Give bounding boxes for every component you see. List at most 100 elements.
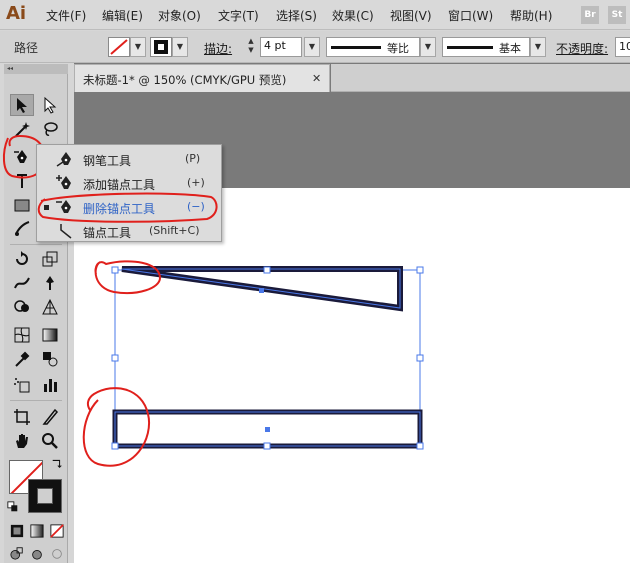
document-tab-title: 未标题-1* @ 150% (CMYK/GPU 预览) xyxy=(83,73,287,87)
gradient-swatch-icon xyxy=(30,524,44,538)
slice-icon xyxy=(42,408,59,425)
triangle-center-point xyxy=(259,288,264,293)
perspective-grid-icon xyxy=(42,298,58,315)
selection-tool[interactable] xyxy=(10,94,34,116)
rotate-tool[interactable] xyxy=(10,248,34,270)
profile-dropdown[interactable]: ▼ xyxy=(420,37,436,57)
direct-selection-icon xyxy=(44,96,57,114)
blend-tool[interactable] xyxy=(38,348,62,370)
gradient-icon xyxy=(42,328,58,342)
flyout-item-pen[interactable]: 钢笔工具 (P) xyxy=(37,147,221,171)
gradient-mode-button[interactable] xyxy=(28,522,46,540)
variable-width-profile[interactable]: 等比 xyxy=(326,37,420,57)
mesh-tool[interactable] xyxy=(10,324,34,346)
tab-bar-empty xyxy=(331,64,630,92)
color-icon xyxy=(10,524,24,538)
shape-builder-tool[interactable] xyxy=(10,296,34,318)
brush-label: 基本 xyxy=(499,42,521,55)
draw-inside-button[interactable] xyxy=(48,544,66,562)
menu-help[interactable]: 帮助(H) xyxy=(510,7,552,24)
fill-dropdown-arrow[interactable]: ▼ xyxy=(130,37,146,57)
stroke-swatch[interactable] xyxy=(28,479,62,513)
menu-file[interactable]: 文件(F) xyxy=(46,7,86,24)
rectangle-center-point xyxy=(265,427,270,432)
column-graph-icon xyxy=(44,379,57,392)
brush-definition[interactable]: 基本 xyxy=(442,37,530,57)
rectangle-tool[interactable] xyxy=(10,194,34,216)
stroke-stepper[interactable]: ▲ ▼ xyxy=(244,37,258,57)
bounding-box-handles[interactable] xyxy=(111,266,424,450)
close-icon[interactable]: ✕ xyxy=(312,72,321,85)
warp-icon xyxy=(14,277,30,289)
fill-color-swatch[interactable] xyxy=(108,37,130,57)
shape-builder-icon xyxy=(14,300,29,312)
menu-bar: Ai 文件(F) 编辑(E) 对象(O) 文字(T) 选择(S) 效果(C) 视… xyxy=(0,0,630,30)
menu-edit[interactable]: 编辑(E) xyxy=(102,7,143,24)
menu-select[interactable]: 选择(S) xyxy=(276,7,317,24)
puppet-warp-tool[interactable] xyxy=(38,272,62,294)
stock-button[interactable]: St xyxy=(608,6,626,24)
selection-bounding-box xyxy=(114,269,421,447)
scale-icon xyxy=(42,251,58,267)
paintbrush-tool[interactable] xyxy=(10,218,34,240)
slice-tool[interactable] xyxy=(38,406,62,428)
perspective-grid-tool[interactable] xyxy=(38,296,62,318)
artwork-canvas[interactable] xyxy=(74,188,630,563)
draw-behind-button[interactable] xyxy=(28,544,46,562)
zoom-icon xyxy=(42,433,58,449)
brush-dropdown[interactable]: ▼ xyxy=(530,37,546,57)
stroke-swatch-inner xyxy=(37,488,53,504)
hand-tool[interactable] xyxy=(10,430,34,452)
add-anchor-icon xyxy=(56,175,71,189)
menu-window[interactable]: 窗口(W) xyxy=(448,7,493,24)
none-icon xyxy=(50,524,64,538)
artboard-tool[interactable] xyxy=(10,406,34,428)
menu-effect[interactable]: 效果(C) xyxy=(332,7,374,24)
flyout-item-delete-anchor[interactable]: 删除锚点工具 (−) xyxy=(37,192,221,223)
direct-selection-tool[interactable] xyxy=(38,94,62,116)
scale-tool[interactable] xyxy=(38,248,62,270)
stroke-label[interactable]: 描边: xyxy=(204,40,232,57)
symbol-sprayer-tool[interactable] xyxy=(10,374,34,396)
zoom-tool[interactable] xyxy=(38,430,62,452)
tools-panel: ◂◂ xyxy=(2,64,68,563)
anchor-point-icon xyxy=(60,224,72,239)
none-mode-button[interactable] xyxy=(48,522,66,540)
column-graph-tool[interactable] xyxy=(38,374,62,396)
document-tab[interactable]: 未标题-1* @ 150% (CMYK/GPU 预览) ✕ xyxy=(74,64,330,92)
mesh-icon xyxy=(14,327,30,343)
stroke-weight-input[interactable]: 4 pt xyxy=(260,37,302,57)
opacity-input[interactable]: 10 xyxy=(615,37,630,57)
draw-normal-button[interactable] xyxy=(8,544,26,562)
eyedropper-tool[interactable] xyxy=(10,348,34,370)
brush-line-preview xyxy=(447,46,493,49)
flyout-item-shortcut: (+) xyxy=(187,176,205,189)
profile-line-preview xyxy=(331,46,381,49)
selection-arrow-icon xyxy=(17,98,27,113)
flyout-item-anchor-point[interactable]: 锚点工具 (Shift+C) xyxy=(37,219,221,243)
gradient-tool[interactable] xyxy=(38,324,62,346)
warp-tool[interactable] xyxy=(10,272,34,294)
menu-object[interactable]: 对象(O) xyxy=(158,7,201,24)
menu-view[interactable]: 视图(V) xyxy=(390,7,432,24)
selection-type-label: 路径 xyxy=(14,41,39,55)
default-fill-stroke-button[interactable] xyxy=(6,500,20,514)
paintbrush-icon xyxy=(15,221,30,236)
swap-icon xyxy=(52,459,62,469)
tools-panel-header[interactable]: ◂◂ xyxy=(4,64,68,74)
eyedropper-icon xyxy=(15,351,30,367)
default-colors-icon xyxy=(7,501,18,512)
pen-tool-flyout: 钢笔工具 (P) 添加锚点工具 (+) 删除锚点工具 (−) 锚点工具 (Shi… xyxy=(36,144,222,242)
flyout-item-label: 锚点工具 xyxy=(83,226,132,240)
stroke-dropdown-arrow[interactable]: ▼ xyxy=(172,37,188,57)
stroke-color-swatch[interactable] xyxy=(150,37,172,57)
color-mode-button[interactable] xyxy=(8,522,26,540)
swap-fill-stroke-button[interactable] xyxy=(50,456,64,470)
bridge-button[interactable]: Br xyxy=(581,6,599,24)
stroke-swatch-icon xyxy=(154,40,168,54)
menu-type[interactable]: 文字(T) xyxy=(218,7,259,24)
opacity-label[interactable]: 不透明度: xyxy=(556,40,608,57)
artboard-icon xyxy=(14,409,30,425)
stroke-weight-dropdown[interactable]: ▼ xyxy=(304,37,320,57)
blend-icon xyxy=(43,352,58,367)
